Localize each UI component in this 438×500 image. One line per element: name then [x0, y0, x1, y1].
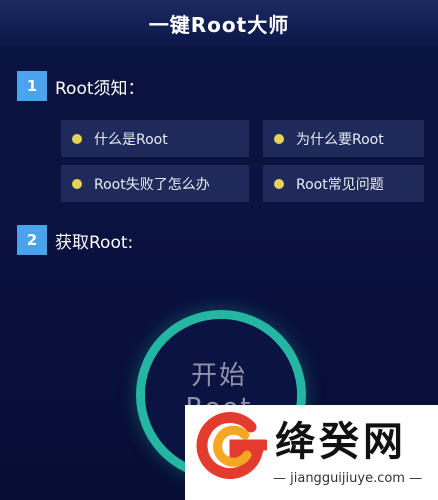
bullet-dot-icon: [72, 178, 82, 189]
bullet-dot-icon: [274, 133, 284, 144]
faq-item-label: Root失败了怎么办: [94, 176, 210, 193]
watermark-url: — jiangguijiuye.com —: [273, 471, 423, 486]
faq-item-label: 为什么要Root: [296, 131, 384, 148]
title-bar: 一键Root大师: [0, 0, 438, 46]
bullet-dot-icon: [274, 178, 284, 189]
start-button-label: 开始: [190, 361, 247, 391]
section-number-badge: 2: [17, 225, 47, 255]
faq-item-label: 什么是Root: [94, 131, 168, 148]
faq-item-label: Root常见问题: [296, 176, 384, 193]
watermark-overlay: 绛癸网 — jiangguijiuye.com —: [185, 405, 438, 500]
section-title: Root须知：: [55, 78, 145, 99]
bullet-dot-icon: [72, 133, 82, 144]
faq-item-root-failed[interactable]: Root失败了怎么办: [61, 165, 249, 202]
section-root-notice: 1 Root须知：: [17, 71, 145, 101]
watermark-name: 绛癸网: [275, 419, 407, 465]
faq-item-common-questions[interactable]: Root常见问题: [263, 165, 424, 202]
section-title: 获取Root:: [55, 232, 134, 253]
section-get-root: 2 获取Root:: [17, 225, 133, 255]
watermark-logo-icon: [196, 412, 267, 479]
app-title: 一键Root大师: [148, 12, 290, 37]
faq-item-why-root[interactable]: 为什么要Root: [263, 120, 424, 157]
section-number-badge: 1: [17, 71, 47, 101]
faq-item-what-is-root[interactable]: 什么是Root: [61, 120, 249, 157]
